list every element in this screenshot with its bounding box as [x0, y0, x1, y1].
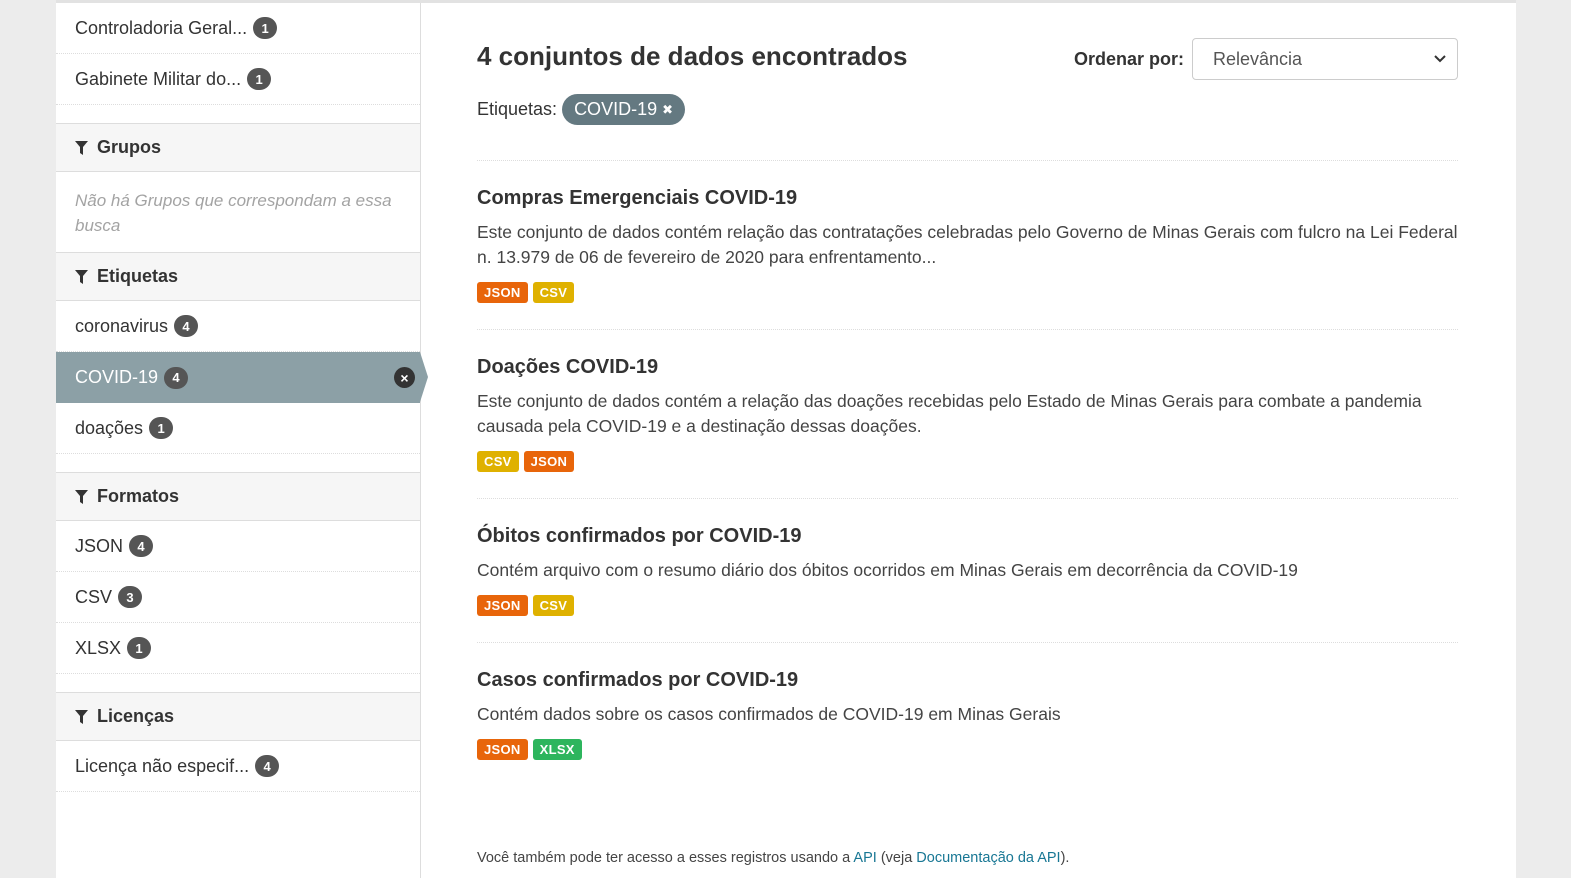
- facet-heading-label: Grupos: [97, 137, 162, 157]
- format-badges: CSV JSON: [477, 451, 1458, 472]
- facet-item-label: Gabinete Militar do...: [75, 68, 242, 89]
- sidebar: Controladoria Geral... 1 Gabinete Milita…: [56, 3, 428, 878]
- format-badge[interactable]: JSON: [477, 739, 528, 760]
- sort-select[interactable]: Relevância: [1192, 38, 1458, 80]
- dataset-item: Óbitos confirmados por COVID-19 Contém a…: [477, 498, 1458, 616]
- chevron-down-icon: [1434, 55, 1446, 63]
- facet-heading-licenses: Licenças: [56, 693, 420, 741]
- organizations-list: Controladoria Geral... 1 Gabinete Milita…: [56, 3, 420, 105]
- facet-count-badge: 4: [255, 755, 280, 777]
- facet-item-label: doações: [75, 417, 144, 438]
- results-heading: 4 conjuntos de dados encontrados: [477, 41, 908, 71]
- facet-item-format[interactable]: XLSX 1: [56, 623, 420, 674]
- dataset-list: Compras Emergenciais COVID-19 Este conju…: [477, 160, 1458, 786]
- format-badges: JSON CSV: [477, 595, 1458, 616]
- format-badge[interactable]: CSV: [532, 595, 575, 616]
- dataset-item: Compras Emergenciais COVID-19 Este conju…: [477, 160, 1458, 303]
- active-filters: Etiquetas: COVID-19 ✖: [477, 94, 685, 125]
- facet-count-badge: 4: [129, 535, 154, 557]
- facet-item-tag-active[interactable]: COVID-19 4 ×: [56, 352, 428, 403]
- format-badge[interactable]: JSON: [523, 451, 575, 472]
- dataset-description: Contém dados sobre os casos confirmados …: [477, 704, 1061, 724]
- facet-count-badge: 1: [253, 17, 278, 39]
- dataset-item: Doações COVID-19 Este conjunto de dados …: [477, 329, 1458, 472]
- facet-item-format[interactable]: JSON 4: [56, 521, 420, 572]
- facet-heading-label: Licenças: [97, 706, 175, 726]
- section-divider: [56, 105, 420, 124]
- api-note-suffix: ).: [1060, 850, 1070, 866]
- page: Controladoria Geral... 1 Gabinete Milita…: [56, 0, 1516, 878]
- close-icon[interactable]: ✖: [662, 102, 673, 118]
- facet-item-label: Licença não especif...: [75, 755, 250, 776]
- empty-groups-message: Não há Grupos que correspondam a essa bu…: [56, 172, 420, 253]
- format-badge[interactable]: XLSX: [532, 739, 582, 760]
- facet-item-label: JSON: [75, 535, 124, 556]
- format-badges: JSON XLSX: [477, 739, 1458, 760]
- facet-item-label: Controladoria Geral...: [75, 17, 248, 38]
- facet-item-label: coronavirus: [75, 315, 169, 336]
- dataset-description: Contém arquivo com o resumo diário dos ó…: [477, 560, 1298, 580]
- facet-count-badge: 1: [247, 68, 272, 90]
- dataset-description: Este conjunto de dados contém relação da…: [477, 222, 1458, 267]
- close-circle-icon[interactable]: ×: [394, 367, 415, 388]
- facet-item-label: CSV: [75, 586, 113, 607]
- dataset-title-link[interactable]: Óbitos confirmados por COVID-19: [477, 525, 1458, 548]
- format-badge[interactable]: JSON: [477, 595, 528, 616]
- dataset-item: Casos confirmados por COVID-19 Contém da…: [477, 642, 1458, 760]
- facet-item-organization[interactable]: Controladoria Geral... 1: [56, 3, 420, 54]
- facet-count-badge: 1: [149, 417, 174, 439]
- facet-heading-label: Formatos: [97, 486, 180, 506]
- facet-heading-formats: Formatos: [56, 473, 420, 521]
- format-badges: JSON CSV: [477, 282, 1458, 303]
- api-note-prefix: Você também pode ter acesso a esses regi…: [477, 850, 854, 866]
- facet-item-organization[interactable]: Gabinete Militar do... 1: [56, 54, 420, 105]
- funnel-icon: [75, 269, 88, 284]
- dataset-title-link[interactable]: Doações COVID-19: [477, 356, 1458, 379]
- facet-heading-groups: Grupos: [56, 124, 420, 172]
- funnel-icon: [75, 489, 88, 504]
- dataset-title-link[interactable]: Compras Emergenciais COVID-19: [477, 187, 1458, 210]
- section-divider: [56, 454, 420, 473]
- tags-filter-label: Etiquetas:: [477, 99, 558, 119]
- dataset-description: Este conjunto de dados contém a relação …: [477, 391, 1422, 436]
- sort-selected-value: Relevância: [1213, 48, 1303, 69]
- active-tag-label: COVID-19: [574, 99, 658, 119]
- api-link[interactable]: API: [853, 850, 876, 866]
- format-badge[interactable]: CSV: [477, 451, 519, 472]
- facet-item-license[interactable]: Licença não especif... 4: [56, 741, 420, 792]
- facet-count-badge: 1: [127, 637, 152, 659]
- sort-label: Ordenar por:: [1074, 49, 1185, 69]
- facet-item-format[interactable]: CSV 3: [56, 572, 420, 623]
- dataset-title-link[interactable]: Casos confirmados por COVID-19: [477, 669, 1458, 692]
- api-note-middle: (veja: [876, 850, 917, 866]
- api-note: Você também pode ter acesso a esses regi…: [477, 850, 1069, 866]
- funnel-icon: [75, 709, 88, 724]
- facet-count-badge: 4: [174, 315, 199, 337]
- active-tag-pill[interactable]: COVID-19 ✖: [562, 94, 685, 125]
- facet-count-badge: 4: [164, 366, 189, 389]
- facet-item-tag[interactable]: coronavirus 4: [56, 301, 420, 352]
- facet-item-label: XLSX: [75, 637, 122, 658]
- funnel-icon: [75, 140, 88, 155]
- facet-heading-tags: Etiquetas: [56, 253, 420, 301]
- api-docs-link[interactable]: Documentação da API: [916, 850, 1060, 866]
- facet-item-tag[interactable]: doações 1: [56, 403, 420, 454]
- format-badge[interactable]: JSON: [477, 282, 528, 303]
- format-badge[interactable]: CSV: [532, 282, 575, 303]
- facet-item-label: COVID-19: [75, 367, 159, 387]
- facet-count-badge: 3: [118, 586, 143, 608]
- facet-heading-label: Etiquetas: [97, 266, 179, 286]
- section-divider: [56, 674, 420, 693]
